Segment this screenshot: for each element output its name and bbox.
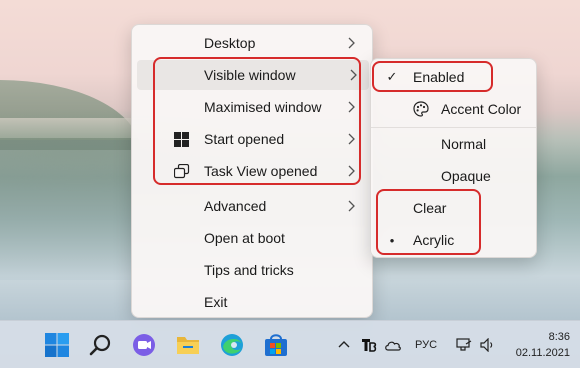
submenu-divider (371, 127, 536, 128)
menu-item-label: Open at boot (204, 230, 285, 246)
tray-overflow-chevron-icon[interactable] (338, 321, 350, 368)
chevron-right-icon (344, 36, 358, 50)
search-icon[interactable] (88, 332, 114, 358)
cloud-icon[interactable] (384, 321, 402, 368)
translucenttb-icon[interactable] (361, 321, 377, 368)
edge-browser-icon[interactable] (219, 332, 245, 358)
clock-date: 02.11.2021 (515, 347, 570, 359)
highlight-box-enabled (372, 61, 493, 92)
clock-time: 8:36 (548, 331, 570, 343)
submenu-item-label: Normal (441, 136, 487, 152)
highlight-box-main-items (153, 57, 361, 185)
taskbar: РУС 8:36 02.11.2021 (0, 320, 580, 368)
menu-item-label: Desktop (204, 35, 256, 51)
submenu-item-opaque[interactable]: Opaque (371, 161, 536, 191)
menu-item-label: Tips and tricks (204, 262, 294, 278)
menu-item-desktop[interactable]: Desktop (132, 28, 372, 58)
palette-icon (413, 101, 429, 117)
submenu-item-label: Opaque (441, 168, 491, 184)
chevron-right-icon (344, 199, 358, 213)
submenu-item-label: Accent Color (441, 101, 522, 117)
submenu-item-normal[interactable]: Normal (371, 129, 536, 159)
menu-item-advanced[interactable]: Advanced (132, 191, 372, 221)
menu-item-open-at-boot[interactable]: Open at boot (132, 223, 372, 253)
chat-icon[interactable] (131, 332, 157, 358)
menu-item-label: Advanced (204, 198, 267, 214)
store-icon[interactable] (263, 332, 289, 358)
volume-icon[interactable] (480, 321, 496, 368)
wallpaper-shore (0, 118, 150, 138)
start-button-icon[interactable] (44, 332, 70, 358)
network-icon[interactable] (456, 321, 472, 368)
menu-item-label: Exit (204, 294, 228, 310)
file-explorer-icon[interactable] (175, 332, 201, 358)
highlight-box-clear-acrylic (376, 189, 481, 255)
clock[interactable]: 8:36 02.11.2021 (516, 329, 570, 361)
submenu-item-accent-color[interactable]: Accent Color (371, 94, 536, 124)
language-indicator[interactable]: РУС (415, 321, 437, 368)
menu-item-tips-and-tricks[interactable]: Tips and tricks (132, 255, 372, 285)
menu-item-exit[interactable]: Exit (132, 287, 372, 317)
